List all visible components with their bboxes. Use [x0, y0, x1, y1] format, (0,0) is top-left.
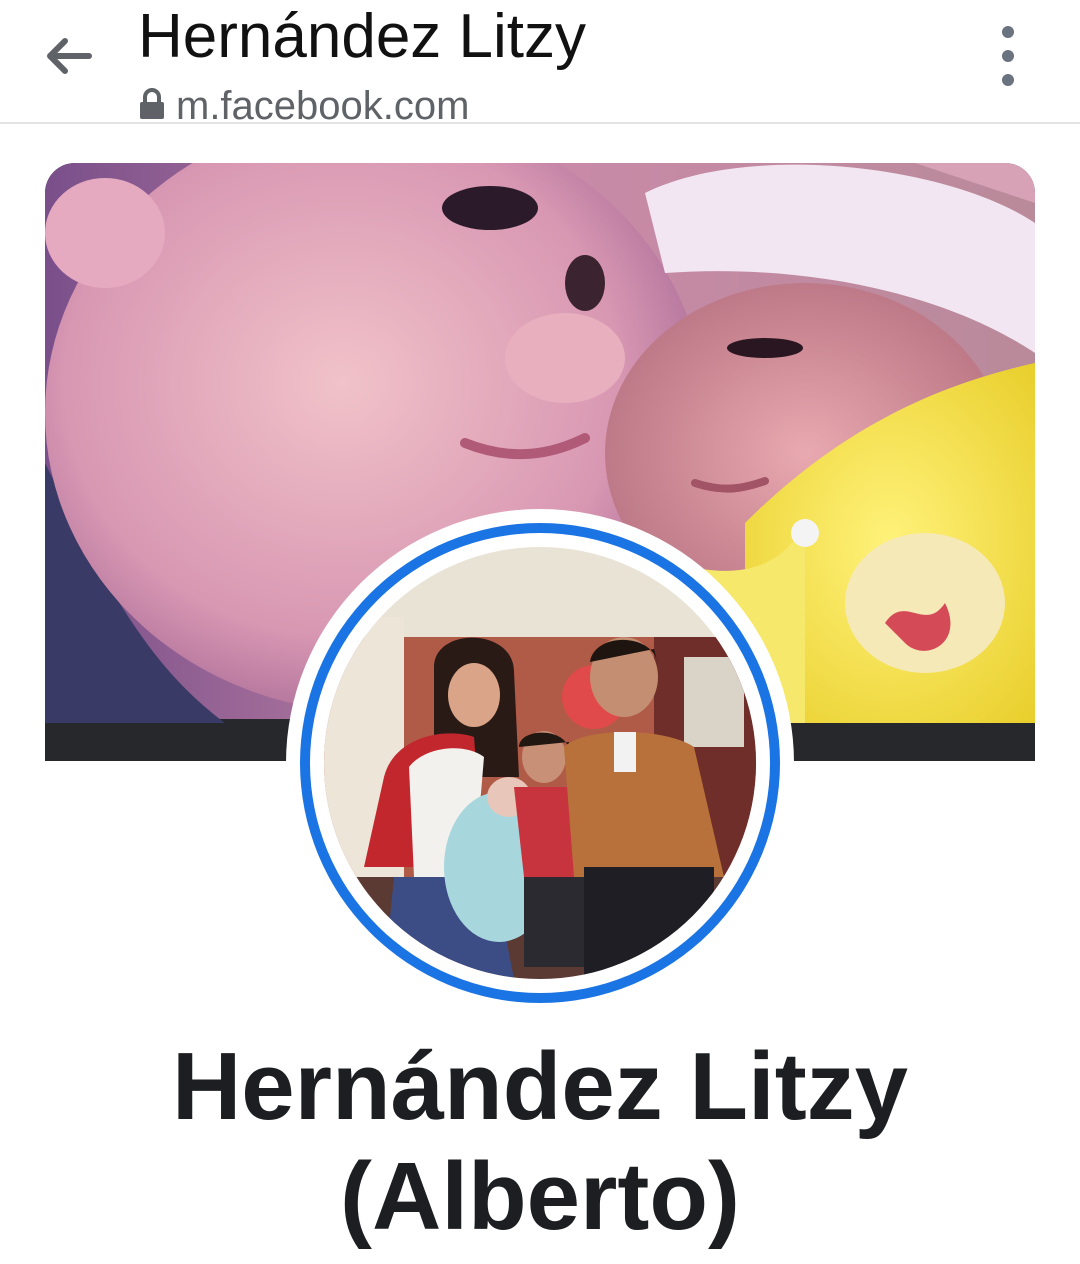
- story-ring: [300, 523, 780, 1003]
- url-bar[interactable]: m.facebook.com: [138, 84, 469, 128]
- page-title: Hernández Litzy: [138, 2, 587, 71]
- facebook-profile-page: Hernández Litzy m.facebook.com Hernández…: [0, 0, 1080, 1264]
- lock-icon: [140, 88, 164, 119]
- back-button[interactable]: [38, 28, 98, 84]
- profile-name-line1: Hernández Litzy: [171, 1033, 909, 1140]
- profile-name: Hernández Litzy (Alberto): [0, 1032, 1080, 1252]
- more-options-button[interactable]: [984, 26, 1032, 86]
- arrow-left-icon: [47, 38, 92, 74]
- profile-photo: [324, 547, 756, 979]
- more-vert-icon: [1002, 26, 1014, 38]
- profile-picture[interactable]: [286, 509, 794, 1017]
- profile-name-line2: (Alberto): [340, 1143, 740, 1250]
- browser-top-bar: Hernández Litzy m.facebook.com: [0, 0, 1080, 128]
- url-text: m.facebook.com: [176, 84, 470, 128]
